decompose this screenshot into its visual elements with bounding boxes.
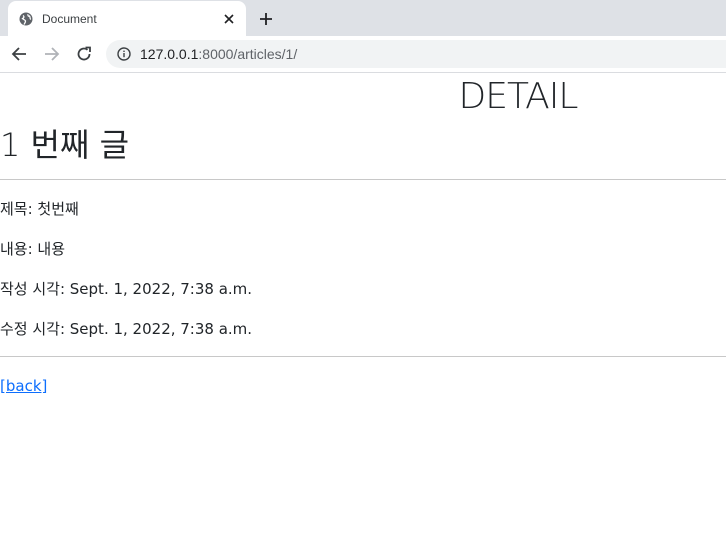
url-host: 127.0.0.1 <box>140 46 199 62</box>
page-heading: DETAIL <box>458 76 579 117</box>
url-text: 127.0.0.1:8000/articles/1/ <box>140 46 297 62</box>
field-content: 내용: 내용 <box>0 240 66 258</box>
browser-window: Document 127.0.0.1:8000/articles/1/ DETA… <box>0 0 726 560</box>
back-link[interactable]: [back] <box>0 376 47 396</box>
plus-icon[interactable] <box>256 9 276 29</box>
address-bar[interactable]: 127.0.0.1:8000/articles/1/ <box>106 40 726 68</box>
field-updated-at: 수정 시각: Sept. 1, 2022, 7:38 a.m. <box>0 320 253 338</box>
info-icon[interactable] <box>117 47 131 61</box>
arrow-right-icon[interactable] <box>40 42 64 66</box>
url-path: :8000/articles/1/ <box>198 46 298 62</box>
globe-icon <box>19 12 33 26</box>
toolbar-divider <box>0 72 726 73</box>
close-icon[interactable] <box>221 11 237 27</box>
browser-toolbar: 127.0.0.1:8000/articles/1/ <box>0 36 726 72</box>
tab-title: Document <box>42 11 97 26</box>
tab-strip: Document <box>0 0 726 36</box>
field-created-at: 작성 시각: Sept. 1, 2022, 7:38 a.m. <box>0 280 253 298</box>
divider-top <box>0 179 726 180</box>
article-title: 1 번째 글 <box>0 126 130 164</box>
arrow-left-icon[interactable] <box>7 42 31 66</box>
divider-bottom <box>0 356 726 357</box>
field-title: 제목: 첫번째 <box>0 200 79 218</box>
tab-document[interactable]: Document <box>8 1 246 36</box>
reload-icon[interactable] <box>72 42 96 66</box>
